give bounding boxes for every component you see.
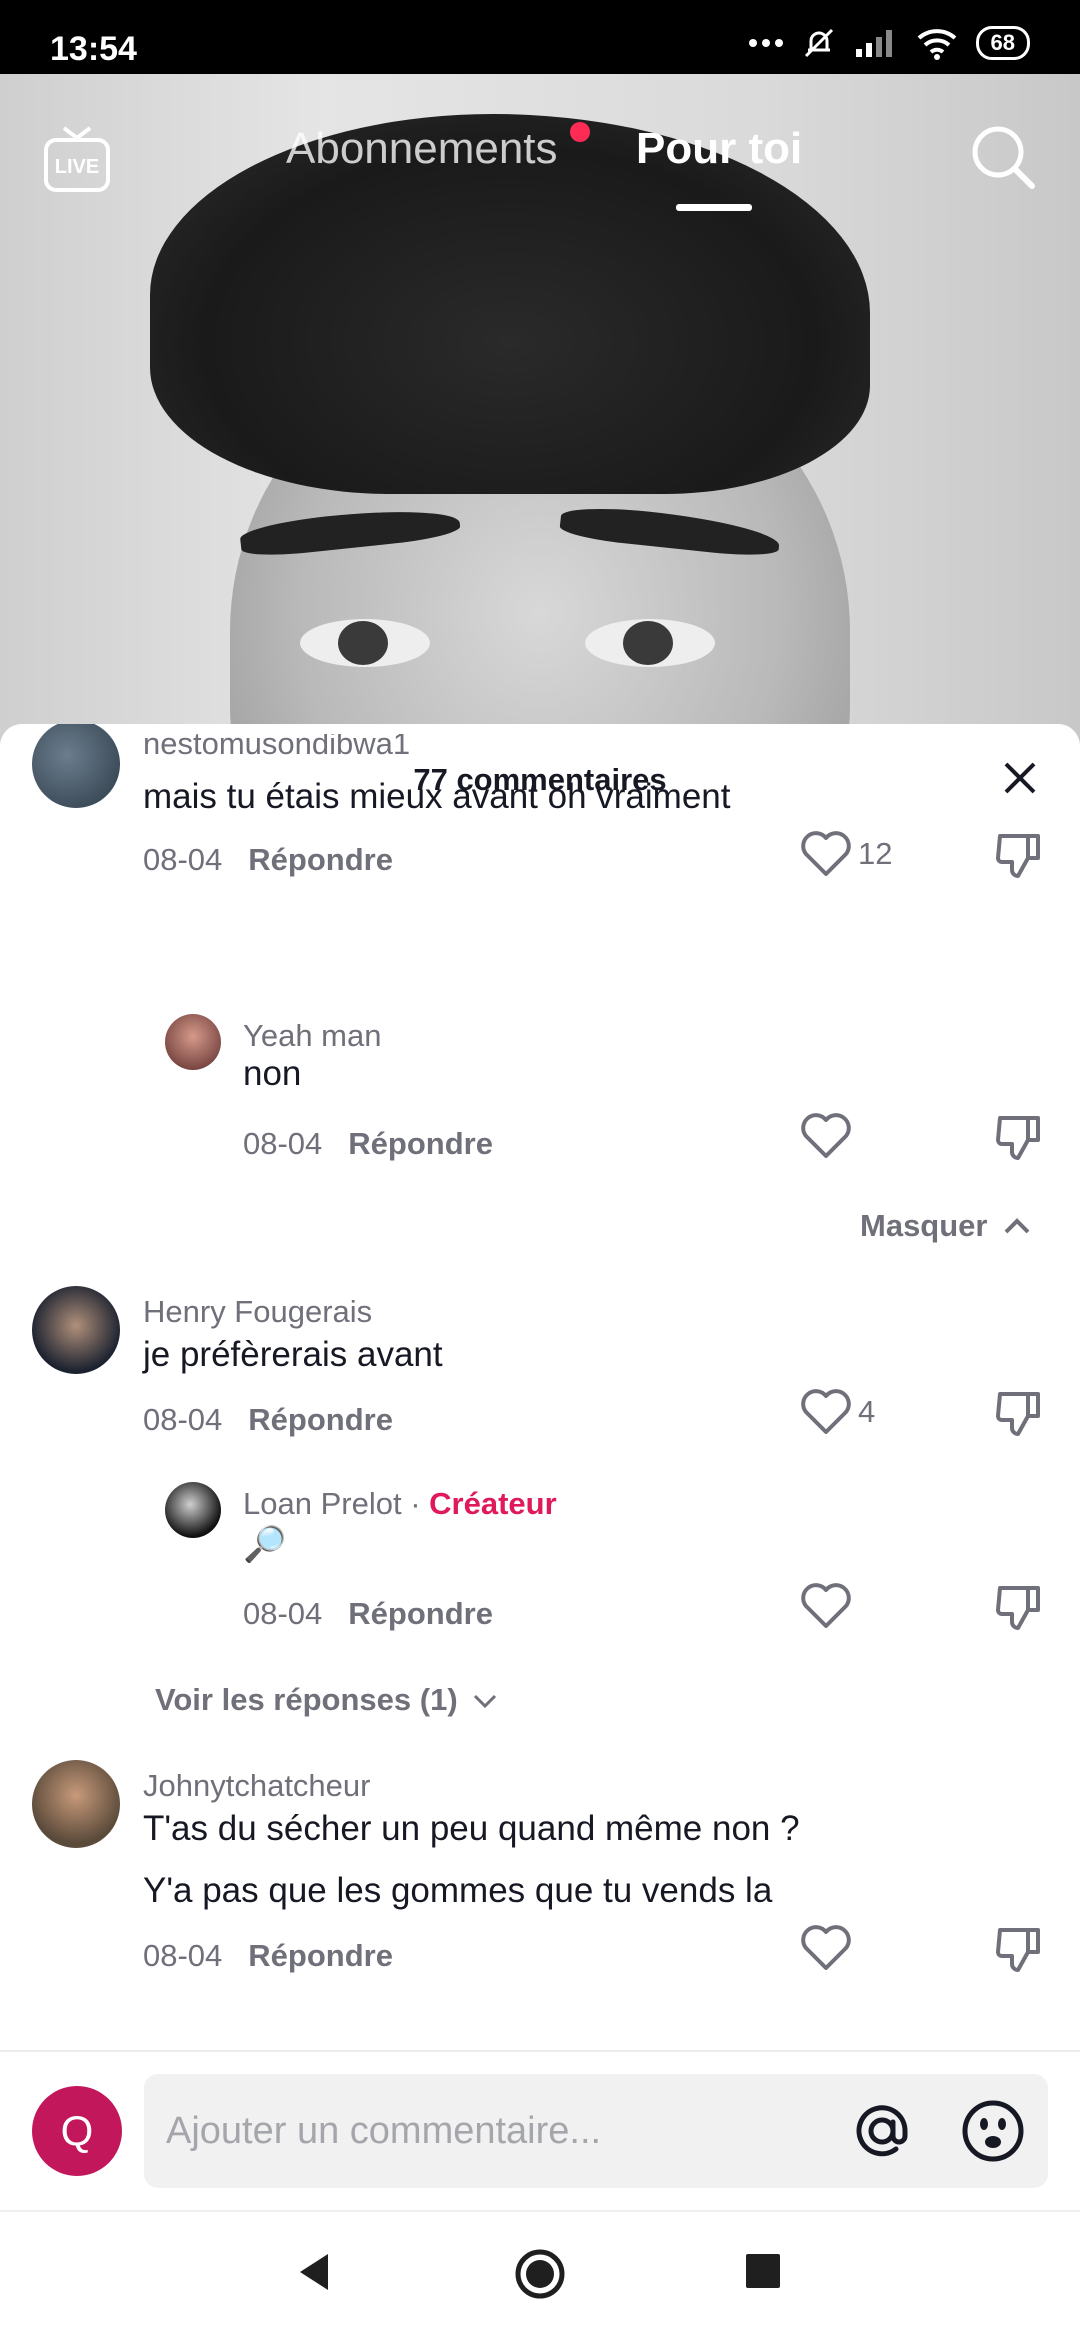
close-icon[interactable] bbox=[1000, 758, 1040, 798]
heart-icon bbox=[801, 1113, 851, 1158]
comment-username[interactable]: nestomusondibwa1 bbox=[143, 734, 410, 758]
top-nav: LIVE Abonnements Pour toi bbox=[0, 74, 1080, 224]
comment-text: mais tu étais mieux avant oh vraiment bbox=[143, 777, 731, 816]
my-avatar[interactable]: Q bbox=[32, 2086, 122, 2176]
reply-meta: 08-04 Répondre bbox=[243, 1596, 493, 1632]
avatar[interactable] bbox=[32, 1760, 120, 1848]
reply-button[interactable]: Répondre bbox=[248, 1402, 393, 1437]
like-button[interactable]: 4 bbox=[800, 1388, 875, 1436]
at-icon[interactable] bbox=[849, 2098, 915, 2164]
comment-meta: 08-04 Répondre bbox=[143, 1402, 393, 1438]
heart-icon bbox=[801, 1389, 851, 1434]
reply-button[interactable]: Répondre bbox=[348, 1126, 493, 1161]
like-button[interactable] bbox=[800, 1924, 852, 1972]
separator: · bbox=[410, 1486, 421, 1521]
comment-text-line-2: Y'a pas que les gommes que tu vends la bbox=[143, 1871, 773, 1910]
comments-sheet: 77 commentaires nestomusondibwa1 mais tu… bbox=[0, 724, 1080, 2050]
hide-replies-button[interactable]: Masquer bbox=[860, 1208, 1032, 1244]
view-replies-button[interactable]: Voir les réponses (1) bbox=[155, 1682, 498, 1718]
comment-meta: 08-04 Répondre bbox=[143, 842, 393, 878]
chevron-down-icon bbox=[474, 1694, 497, 1709]
reply-text: 🔎 bbox=[243, 1525, 287, 1564]
battery-indicator: 68 bbox=[975, 26, 1030, 60]
comment-date: 08-04 bbox=[143, 1402, 223, 1437]
chevron-up-icon bbox=[1004, 1218, 1030, 1234]
avatar[interactable] bbox=[165, 1014, 221, 1070]
like-button[interactable] bbox=[800, 1112, 852, 1160]
live-icon[interactable]: LIVE bbox=[42, 124, 112, 196]
reply-date: 08-04 bbox=[243, 1126, 323, 1161]
comment-input[interactable]: Ajouter un commentaire... bbox=[144, 2074, 1048, 2188]
heart-icon bbox=[801, 831, 851, 876]
status-icons: 68 bbox=[748, 26, 1030, 60]
like-button[interactable] bbox=[800, 1582, 852, 1630]
avatar[interactable] bbox=[32, 724, 120, 808]
avatar[interactable] bbox=[32, 1286, 120, 1374]
more-dots-icon bbox=[748, 39, 783, 47]
status-bar: 13:54 68 bbox=[0, 0, 1080, 74]
active-tab-indicator bbox=[676, 204, 752, 211]
reply-button[interactable]: Répondre bbox=[248, 842, 393, 877]
bell-off-icon bbox=[804, 28, 833, 58]
reply-button[interactable]: Répondre bbox=[348, 1596, 493, 1631]
reply-button[interactable]: Répondre bbox=[248, 1938, 393, 1973]
reply-text: non bbox=[243, 1054, 302, 1093]
home-icon[interactable] bbox=[514, 2248, 566, 2300]
creator-badge: Créateur bbox=[429, 1486, 557, 1521]
signal-icon bbox=[855, 30, 892, 57]
heart-icon bbox=[801, 1583, 851, 1628]
dislike-icon[interactable] bbox=[994, 1924, 1042, 1974]
dislike-icon[interactable] bbox=[994, 830, 1042, 880]
reply-username-row: Loan Prelot · Créateur bbox=[243, 1486, 557, 1522]
like-count: 4 bbox=[858, 1394, 876, 1429]
search-icon[interactable] bbox=[968, 122, 1038, 192]
avatar[interactable] bbox=[165, 1482, 221, 1538]
recents-icon[interactable] bbox=[746, 2254, 780, 2288]
emoji-icon[interactable] bbox=[960, 2098, 1026, 2164]
heart-icon bbox=[801, 1925, 851, 1970]
system-nav-bar bbox=[0, 2210, 1080, 2340]
like-count: 12 bbox=[858, 836, 893, 871]
comment-date: 08-04 bbox=[143, 842, 223, 877]
dislike-icon[interactable] bbox=[994, 1388, 1042, 1438]
like-button[interactable]: 12 bbox=[800, 830, 892, 878]
tab-following[interactable]: Abonnements bbox=[286, 124, 558, 174]
comment-input-placeholder: Ajouter un commentaire... bbox=[166, 2110, 602, 2152]
reply-meta: 08-04 Répondre bbox=[243, 1126, 493, 1162]
wifi-icon bbox=[917, 29, 956, 60]
comment-date: 08-04 bbox=[143, 1938, 223, 1973]
dislike-icon[interactable] bbox=[994, 1112, 1042, 1162]
svg-text:LIVE: LIVE bbox=[55, 156, 99, 178]
reply-date: 08-04 bbox=[243, 1596, 323, 1631]
status-time: 13:54 bbox=[50, 30, 137, 68]
comment-text: je préfèrerais avant bbox=[143, 1335, 443, 1374]
comment-text-line-1: T'as du sécher un peu quand même non ? bbox=[143, 1809, 800, 1848]
comment-composer: Q Ajouter un commentaire... bbox=[0, 2050, 1080, 2210]
comment-meta: 08-04 Répondre bbox=[143, 1938, 393, 1974]
back-icon[interactable] bbox=[296, 2252, 332, 2292]
notification-dot bbox=[570, 122, 590, 142]
dislike-icon[interactable] bbox=[994, 1582, 1042, 1632]
tab-for-you[interactable]: Pour toi bbox=[636, 124, 802, 174]
